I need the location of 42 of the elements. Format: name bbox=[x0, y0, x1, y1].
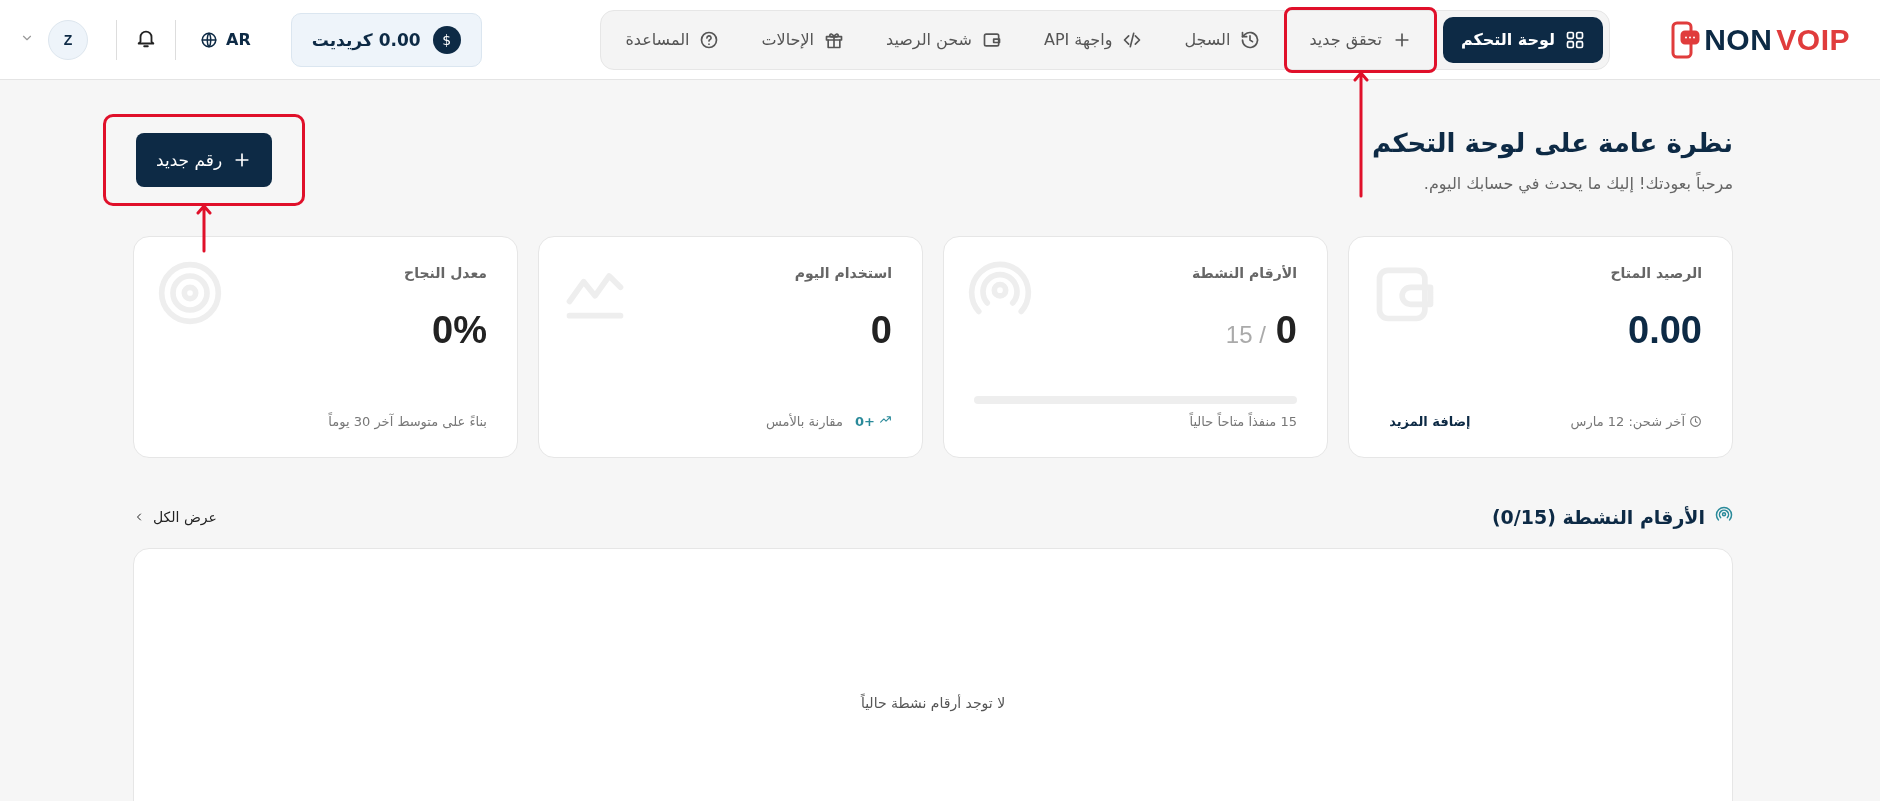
stat-value: 0% bbox=[432, 309, 487, 352]
card-label: معدل النجاح bbox=[404, 265, 487, 281]
help-icon bbox=[699, 29, 720, 50]
grid-icon bbox=[1565, 29, 1586, 50]
page-title: نظرة عامة على لوحة التحكم bbox=[1372, 128, 1733, 158]
nav-tab[interactable]: واجهة API bbox=[1025, 16, 1161, 63]
logo-text: NON bbox=[1704, 22, 1773, 57]
view-all-link[interactable]: عرض الكل bbox=[133, 509, 217, 525]
nav-tab[interactable]: شحن الرصيد bbox=[868, 16, 1020, 63]
card-footnote: مقارنة بالأمس bbox=[765, 413, 843, 429]
clock-icon bbox=[1689, 415, 1702, 428]
credit-balance[interactable]: $ 0.00 كريديت bbox=[290, 12, 482, 67]
delta-value: +0 bbox=[855, 413, 875, 429]
nav-tab[interactable]: السجل bbox=[1166, 16, 1279, 63]
page-subtitle: مرحباً بعودتك! إليك ما يحدث في حسابك اليوم. bbox=[1422, 174, 1733, 193]
nav-tab[interactable]: المساعدة bbox=[607, 16, 738, 63]
stat-value: 0 bbox=[1275, 309, 1297, 352]
section-title: الأرقام النشطة (0/15) bbox=[1491, 506, 1705, 528]
card-footnote: 15 منفذاً متاحاً حالياً bbox=[1188, 414, 1297, 429]
add-more-link[interactable]: إضافة المزيد bbox=[1389, 414, 1471, 429]
user-avatar[interactable]: Z bbox=[48, 19, 88, 60]
last-topup-text: آخر شحن: 12 مارس bbox=[1570, 414, 1685, 429]
nav-tab[interactable]: تحقق جديد bbox=[1291, 16, 1430, 63]
card-label: الأرقام النشطة bbox=[1192, 265, 1297, 281]
history-icon bbox=[1240, 29, 1261, 50]
stat-value: 0 bbox=[870, 309, 892, 352]
trend-up-icon bbox=[879, 413, 892, 426]
globe-icon bbox=[200, 30, 218, 49]
nav-tab[interactable]: الإحالات bbox=[743, 16, 862, 63]
stat-total: / 15 bbox=[1225, 321, 1266, 349]
language-selector[interactable]: AR bbox=[190, 30, 261, 49]
currency-badge: $ bbox=[432, 25, 461, 54]
empty-message: لا توجد أرقام نشطة حالياً bbox=[860, 695, 1006, 711]
card-label: استخدام اليوم bbox=[794, 265, 892, 281]
nav-tab[interactable]: لوحة التحكم bbox=[1442, 16, 1604, 63]
logo-text: VOIP bbox=[1776, 22, 1850, 57]
card-footnote: بناءً على متوسط آخر 30 يوماً bbox=[328, 414, 487, 429]
stat-value: 0.00 bbox=[1628, 309, 1702, 352]
card-label: الرصيد المتاح bbox=[1610, 265, 1702, 281]
signal-icon bbox=[1715, 506, 1733, 524]
new-number-button[interactable]: رقم جديد bbox=[136, 133, 273, 187]
phone-chat-icon bbox=[1670, 20, 1701, 59]
